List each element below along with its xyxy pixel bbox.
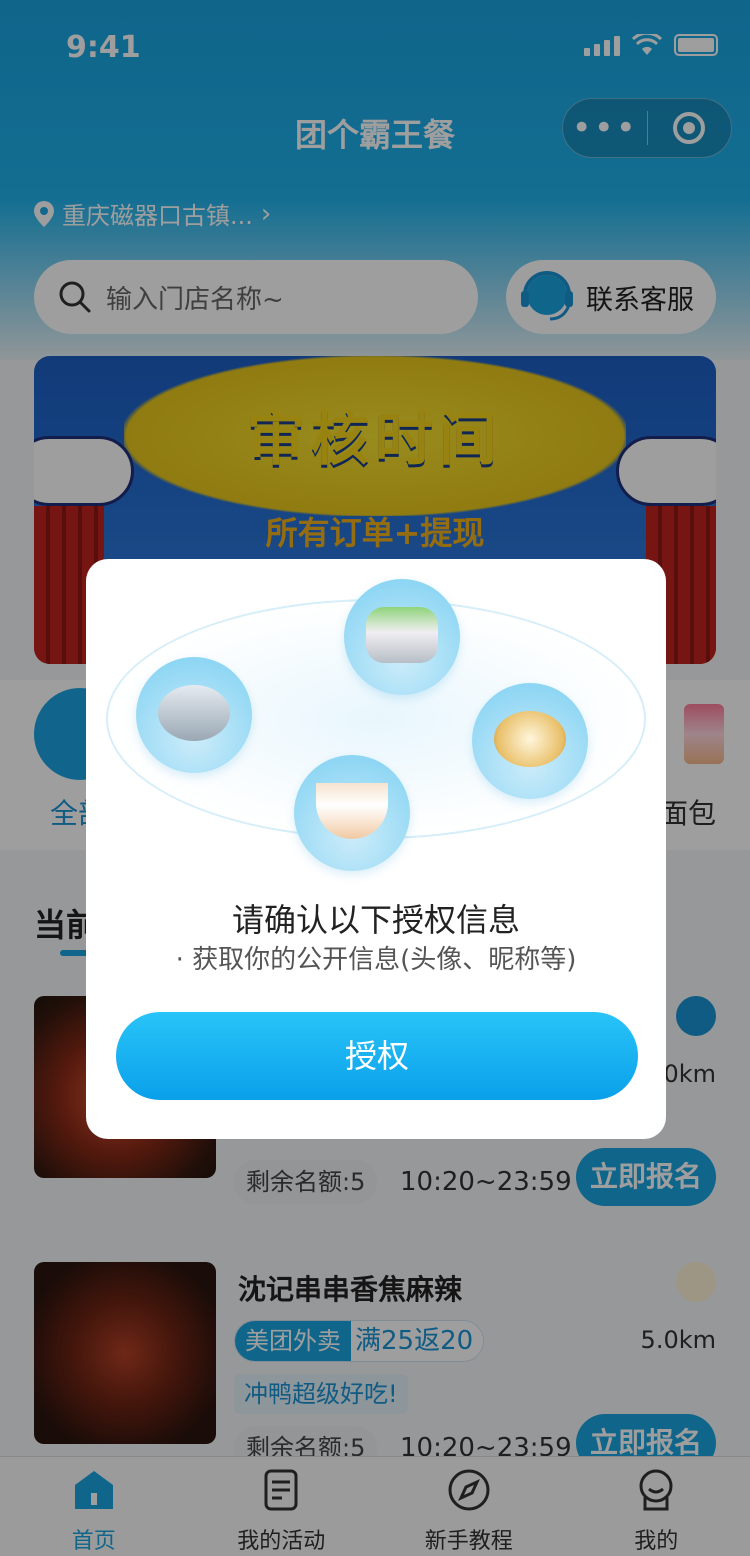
dialog-title: 请确认以下授权信息 [231, 901, 520, 939]
authorize-button[interactable]: 授权 [116, 1012, 638, 1100]
dialog-subtitle: · 获取你的公开信息(头像、昵称等) [175, 945, 577, 975]
noodle-bowl-icon [294, 755, 410, 871]
bento-dish-icon [344, 579, 460, 695]
authorization-dialog: 请确认以下授权信息 · 获取你的公开信息(头像、昵称等) 授权 [86, 559, 666, 1139]
steamer-dish-icon [136, 657, 252, 773]
dumpling-dish-icon [472, 683, 588, 799]
